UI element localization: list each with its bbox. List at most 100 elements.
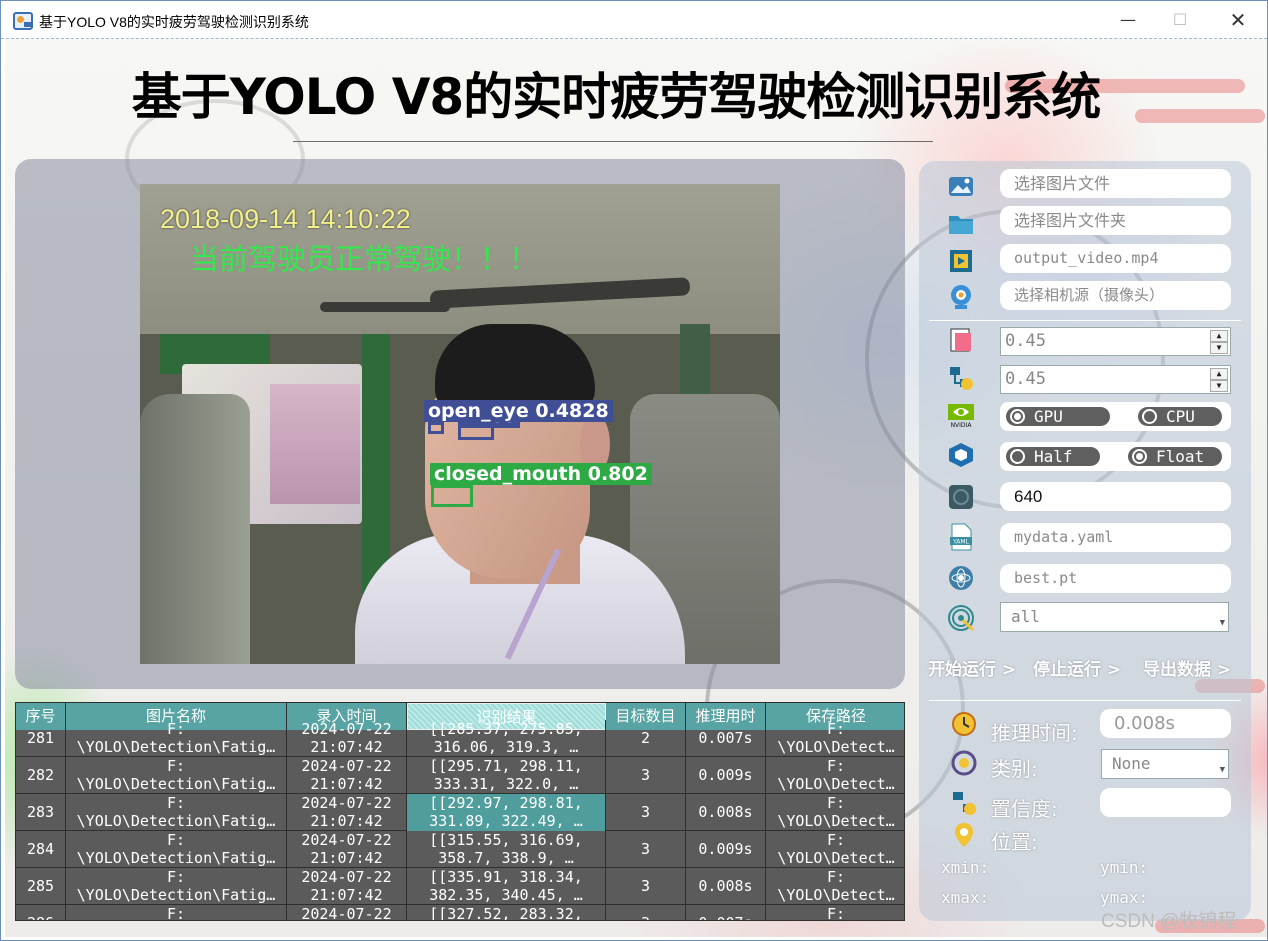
cell-count[interactable]: 3 (606, 831, 686, 868)
export-button[interactable]: 导出数据 > (1143, 655, 1231, 680)
xmax-label: xmax: (941, 888, 990, 907)
xmin-label: xmin: (941, 858, 990, 877)
cell-count[interactable]: 3 (606, 905, 686, 920)
cell-index[interactable]: 283 (16, 794, 66, 831)
select-folder-field[interactable]: 选择图片文件夹 (1000, 206, 1231, 235)
results-table[interactable]: 序号 图片名称 录入时间 识别结果 目标数目 推理用时 保存路径 281 F: \Y… (15, 702, 905, 921)
cell-image-name-line: \YOLO\Detection\Fatig… (76, 886, 276, 904)
cell-index[interactable]: 281 (16, 720, 66, 757)
cell-save-path[interactable]: F: \YOLO\Detect… (766, 868, 904, 905)
float-radio[interactable]: Float (1128, 447, 1222, 466)
table-row[interactable]: 284 F: \YOLO\Detection\Fatig… 2024-07-22 21:… (16, 831, 904, 868)
cell-count[interactable]: 3 (606, 757, 686, 794)
weights-field[interactable]: best.pt (1000, 564, 1231, 593)
cell-infer-time[interactable]: 0.009s (686, 757, 766, 794)
target-class-icon (948, 605, 975, 632)
infer-time-value: 0.008s (1100, 709, 1231, 738)
open-eye-box-left (428, 422, 444, 434)
infer-time-label: 推理时间: (991, 721, 1078, 745)
table-row[interactable]: 281 F: \YOLO\Detection\Fatig… 2024-07-22 21:… (16, 720, 904, 757)
cell-save-path-line: F: (826, 794, 846, 812)
cell-infer-time[interactable]: 0.008s (686, 868, 766, 905)
cell-image-name[interactable]: F: \YOLO\Detection\Fatig… (66, 794, 287, 831)
spin-up-icon[interactable]: ▲ (1210, 368, 1228, 380)
cell-count[interactable]: 3 (606, 794, 686, 831)
cell-time-line: 2024-07-22 (301, 757, 392, 775)
class-result-select[interactable]: None ▼ (1101, 749, 1229, 779)
cell-save-path-line: \YOLO\Detect… (777, 849, 895, 867)
cell-infer-time[interactable]: 0.008s (686, 794, 766, 831)
cell-count[interactable]: 2 (606, 720, 686, 757)
iou-spinbox[interactable]: 0.45 ▲ ▼ (1000, 365, 1231, 394)
cell-time-line: 2024-07-22 (301, 868, 392, 886)
cell-time[interactable]: 2024-07-22 21:07:42 (287, 720, 407, 757)
cell-result[interactable]: [[335.91, 318.34, 382.35, 340.45, … (407, 868, 606, 905)
open-eye-label: open_eye 0.4828 (424, 400, 613, 422)
table-row[interactable]: 283 F: \YOLO\Detection\Fatig… 2024-07-22 21:… (16, 794, 904, 831)
cell-save-path[interactable]: F: (766, 905, 904, 920)
cell-result-line: [[327.52, 283.32, (429, 905, 583, 921)
cell-result[interactable]: [[292.97, 298.81, 331.89, 322.49, … (407, 794, 606, 831)
cell-save-path[interactable]: F: \YOLO\Detect… (766, 720, 904, 757)
spin-down-icon[interactable]: ▼ (1210, 342, 1228, 354)
cell-image-name[interactable]: F: \YOLO\Detection\Fatig… (66, 868, 287, 905)
cell-index[interactable]: 285 (16, 868, 66, 905)
minimize-button[interactable]: — (1105, 5, 1151, 35)
cell-index[interactable]: 284 (16, 831, 66, 868)
cell-infer-time[interactable]: 0.007s (686, 905, 766, 920)
cell-count[interactable]: 3 (606, 868, 686, 905)
table-row[interactable]: 282 F: \YOLO\Detection\Fatig… 2024-07-22 21:… (16, 757, 904, 794)
cell-save-path[interactable]: F: \YOLO\Detect… (766, 831, 904, 868)
cell-result[interactable]: [[285.37, 275.85, 316.06, 319.3, … (407, 720, 606, 757)
close-button[interactable]: ✕ (1215, 5, 1261, 35)
cell-image-name[interactable]: F: (66, 905, 287, 920)
cell-result-line: 331.89, 322.49, … (429, 812, 583, 830)
cell-result[interactable]: [[295.71, 298.11, 333.31, 322.0, … (407, 757, 606, 794)
stop-button[interactable]: 停止运行 > (1033, 655, 1121, 680)
cell-image-name-line: F: (166, 720, 186, 738)
cell-time-line: 2024-07-22 (301, 905, 392, 921)
cell-result[interactable]: [[315.55, 316.69, 358.7, 338.9, … (407, 831, 606, 868)
camera-source-field[interactable]: 选择相机源（摄像头） (1000, 281, 1231, 310)
cell-time[interactable]: 2024-07-22 21:07:42 (287, 794, 407, 831)
window-titlebar[interactable]: 基于YOLO V8的实时疲劳驾驶检测识别系统 — ☐ ✕ (1, 1, 1267, 39)
cell-time[interactable]: 2024-07-22 21:07:42 (287, 757, 407, 794)
cell-index[interactable]: 286 (16, 905, 66, 920)
cpu-radio[interactable]: CPU (1138, 407, 1222, 426)
folder-icon (949, 216, 973, 234)
cell-image-name[interactable]: F: \YOLO\Detection\Fatig… (66, 757, 287, 794)
start-button[interactable]: 开始运行 > (928, 655, 1016, 680)
image-size-field[interactable]: 640 (1000, 482, 1231, 511)
class-filter-select[interactable]: all ▼ (1000, 602, 1229, 632)
table-row[interactable]: 285 F: \YOLO\Detection\Fatig… 2024-07-22 21:… (16, 868, 904, 905)
cell-image-name[interactable]: F: \YOLO\Detection\Fatig… (66, 831, 287, 868)
cell-time-line: 21:07:42 (310, 738, 383, 756)
select-image-field[interactable]: 选择图片文件 (1000, 169, 1231, 198)
video-file-field[interactable]: output_video.mp4 (1000, 244, 1231, 273)
camera-icon (951, 285, 971, 309)
cell-time[interactable]: 2024-07-22 (287, 905, 407, 921)
half-radio[interactable]: Half (1006, 447, 1100, 466)
cell-save-path[interactable]: F: \YOLO\Detect… (766, 794, 904, 831)
cell-time[interactable]: 2024-07-22 21:07:42 (287, 868, 407, 905)
radio-unselected-icon (1010, 449, 1025, 464)
cell-infer-time[interactable]: 0.009s (686, 831, 766, 868)
table-row[interactable]: 286 F: 2024-07-22 [[327.52, 283.32, 30.007s F… (16, 905, 904, 921)
confidence-spinbox[interactable]: 0.45 ▲ ▼ (1000, 327, 1231, 356)
iou-icon (950, 367, 973, 390)
cell-save-path-line: F: (826, 720, 846, 738)
cell-index[interactable]: 282 (16, 757, 66, 794)
cell-save-path[interactable]: F: \YOLO\Detect… (766, 757, 904, 794)
maximize-button[interactable]: ☐ (1157, 5, 1203, 35)
cell-infer-time[interactable]: 0.007s (686, 720, 766, 757)
cell-time[interactable]: 2024-07-22 21:07:42 (287, 831, 407, 868)
gpu-radio[interactable]: GPU (1006, 407, 1110, 426)
data-yaml-field[interactable]: mydata.yaml (1000, 523, 1231, 552)
cell-image-name[interactable]: F: \YOLO\Detection\Fatig… (66, 720, 287, 757)
iou-value: 0.45 (1005, 369, 1046, 389)
cell-result[interactable]: [[327.52, 283.32, (407, 905, 606, 921)
ymax-label: ymax: (1100, 888, 1149, 907)
cell-image-name-line: \YOLO\Detection\Fatig… (76, 775, 276, 793)
spin-up-icon[interactable]: ▲ (1210, 330, 1228, 342)
spin-down-icon[interactable]: ▼ (1210, 380, 1228, 392)
